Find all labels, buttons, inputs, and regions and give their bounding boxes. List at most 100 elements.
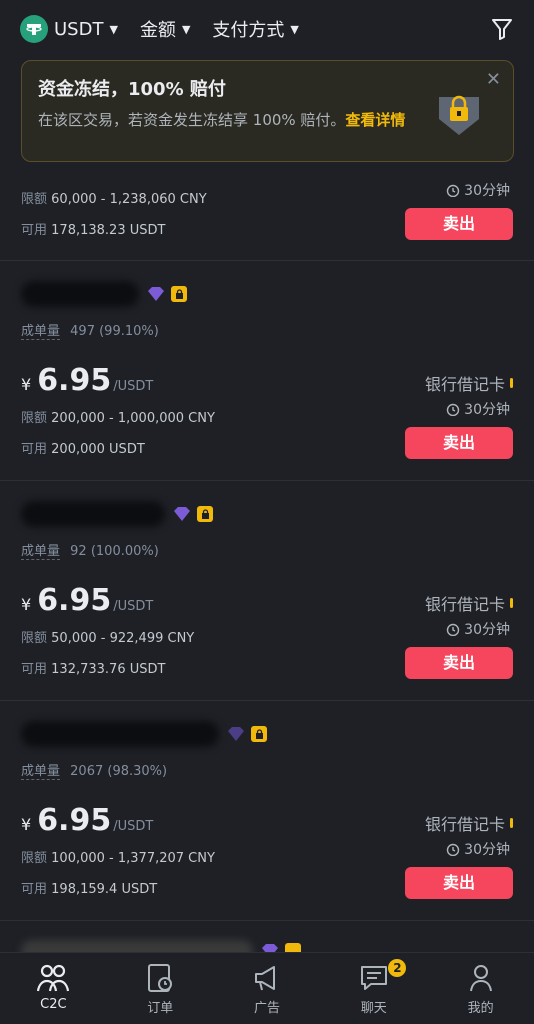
merchant-name-redacted <box>21 281 139 307</box>
sell-button[interactable]: 卖出 <box>405 208 513 240</box>
yen-symbol: ¥ <box>21 595 32 614</box>
tether-icon <box>20 15 48 43</box>
payment-time: 30分钟 <box>446 619 510 639</box>
lock-badge-icon <box>171 286 187 302</box>
yen-symbol: ¥ <box>21 375 32 394</box>
sell-button[interactable]: 卖出 <box>405 427 513 459</box>
payment-time-value: 30分钟 <box>464 183 510 199</box>
top-bar: USDT ▼ 金额 ▼ 支付方式 ▼ <box>0 0 534 58</box>
order-stats: 成单量 92 (100.00%) <box>21 540 165 560</box>
nav-c2c[interactable]: C2C <box>0 953 107 1024</box>
available-label: 可用 <box>21 882 48 897</box>
nav-me[interactable]: 我的 <box>427 953 534 1024</box>
listing-card-partial: 30分钟 限额 60,000 - 1,238,060 CNY 可用 178,13… <box>0 162 534 261</box>
limit-row: 限额 200,000 - 1,000,000 CNY <box>21 407 215 426</box>
limit-label: 限额 <box>21 851 48 866</box>
volume-value: 2067 (98.30%) <box>70 764 168 779</box>
payment-color-marker <box>510 818 513 828</box>
merchant-name-redacted <box>21 721 219 747</box>
nav-label: C2C <box>40 997 67 1012</box>
volume-value: 497 (99.10%) <box>70 324 159 339</box>
available-value: 198,159.4 USDT <box>51 882 158 897</box>
merchant-row[interactable] <box>21 281 187 307</box>
amount-dropdown[interactable]: 金额 ▼ <box>140 16 190 42</box>
payment-time-value: 30分钟 <box>464 402 510 418</box>
payment-color-marker <box>510 378 513 388</box>
sell-button[interactable]: 卖出 <box>405 647 513 679</box>
filter-icon[interactable] <box>492 18 512 44</box>
price: ¥ 6.95 /USDT <box>21 363 153 398</box>
volume-label: 成单量 <box>21 764 61 780</box>
timer-icon <box>446 623 460 636</box>
timer-icon <box>446 843 460 856</box>
limit-row: 限额 100,000 - 1,377,207 CNY <box>21 847 215 866</box>
bottom-nav: C2C 订单 广告 2 聊天 我的 <box>0 952 534 1024</box>
listing-card: 成单量 2067 (98.30%) ¥ 6.95 /USDT 银行借记卡 30分… <box>0 701 534 921</box>
price-unit: /USDT <box>113 599 154 614</box>
banner-details-link[interactable]: 查看详情 <box>345 111 405 129</box>
payment-time: 30分钟 <box>446 839 510 859</box>
guarantee-banner: 资金冻结，100% 赔付 在该区交易，若资金发生冻结享 100% 赔付。查看详情… <box>21 60 514 162</box>
chevron-down-icon: ▼ <box>181 22 191 36</box>
limit-value: 50,000 - 922,499 CNY <box>51 631 195 646</box>
merchant-row[interactable] <box>21 501 213 527</box>
limit-label: 限额 <box>21 411 48 426</box>
available-label: 可用 <box>21 662 48 677</box>
megaphone-icon <box>254 966 275 991</box>
sell-button[interactable]: 卖出 <box>405 867 513 899</box>
close-icon[interactable]: ✕ <box>486 69 501 90</box>
nav-chat[interactable]: 2 聊天 <box>320 953 427 1024</box>
available-label: 可用 <box>21 442 48 457</box>
lock-badge-icon <box>251 726 267 742</box>
price-value: 6.95 <box>37 803 112 838</box>
nav-label: 订单 <box>147 1001 174 1016</box>
nav-orders[interactable]: 订单 <box>107 953 214 1024</box>
payment-method: 银行借记卡 <box>425 371 513 395</box>
available-label: 可用 <box>21 223 48 238</box>
users-icon <box>37 964 70 992</box>
banner-text: 在该区交易，若资金发生冻结享 100% 赔付。查看详情 <box>38 109 418 131</box>
price-unit: /USDT <box>113 819 154 834</box>
price-value: 6.95 <box>37 363 112 398</box>
available-value: 200,000 USDT <box>51 442 145 457</box>
available-row: 可用 198,159.4 USDT <box>21 878 157 897</box>
order-stats: 成单量 2067 (98.30%) <box>21 760 173 780</box>
chat-unread-badge: 2 <box>388 959 407 977</box>
yen-symbol: ¥ <box>21 815 32 834</box>
diamond-badge-icon <box>174 507 190 521</box>
payment-time-value: 30分钟 <box>464 842 510 858</box>
limit-value: 200,000 - 1,000,000 CNY <box>51 411 215 426</box>
volume-label: 成单量 <box>21 324 61 340</box>
payment-label: 支付方式 <box>212 20 285 41</box>
available-value: 132,733.76 USDT <box>51 662 166 677</box>
limit-value: 100,000 - 1,377,207 CNY <box>51 851 215 866</box>
lock-badge-icon <box>197 506 213 522</box>
timer-icon <box>446 184 460 197</box>
user-icon <box>469 965 492 992</box>
payment-time: 30分钟 <box>446 180 510 200</box>
payment-color-marker <box>510 598 513 608</box>
limit-label: 限额 <box>21 192 48 207</box>
payment-time: 30分钟 <box>446 399 510 419</box>
diamond-badge-icon <box>148 287 164 301</box>
merchant-row[interactable] <box>21 721 267 747</box>
banner-title: 资金冻结，100% 赔付 <box>38 79 226 100</box>
nav-label: 我的 <box>467 1001 494 1016</box>
price-unit: /USDT <box>113 379 154 394</box>
price: ¥ 6.95 /USDT <box>21 583 153 618</box>
available-row: 可用 200,000 USDT <box>21 438 145 457</box>
payment-method: 银行借记卡 <box>425 811 513 835</box>
limit-value: 60,000 - 1,238,060 CNY <box>51 192 207 207</box>
coin-selector[interactable]: USDT ▼ <box>20 15 118 43</box>
limit-label: 限额 <box>21 631 48 646</box>
payment-dropdown[interactable]: 支付方式 ▼ <box>212 16 298 42</box>
payment-method-label: 银行借记卡 <box>424 375 505 394</box>
diamond-badge-icon <box>228 727 244 741</box>
chat-icon <box>360 966 387 990</box>
shield-lock-icon <box>437 89 481 141</box>
orders-icon <box>148 964 173 992</box>
nav-ads[interactable]: 广告 <box>214 953 321 1024</box>
nav-label: 广告 <box>253 1001 280 1016</box>
amount-label: 金额 <box>139 20 176 41</box>
limit-row: 限额 60,000 - 1,238,060 CNY <box>21 188 207 207</box>
